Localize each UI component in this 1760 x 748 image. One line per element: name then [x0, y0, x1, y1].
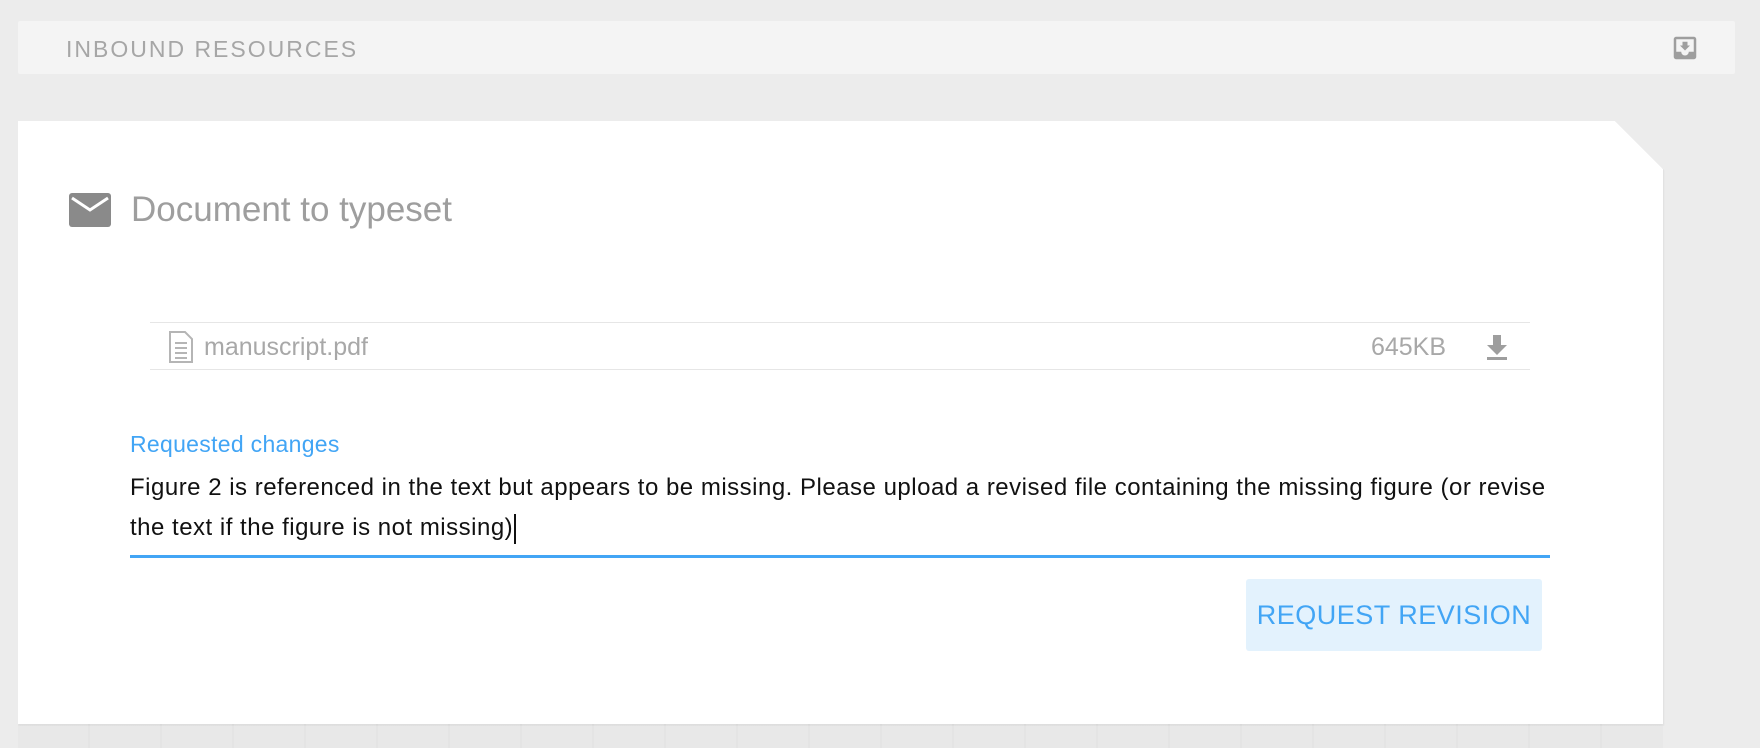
request-revision-button[interactable]: REQUEST REVISION — [1246, 579, 1542, 651]
requested-changes-text: Figure 2 is referenced in the text but a… — [130, 474, 1546, 541]
file-row: manuscript.pdf 645KB — [150, 322, 1530, 370]
card-header: Document to typeset — [69, 190, 452, 230]
mail-icon — [69, 193, 111, 227]
inbound-resources-title: INBOUND RESOURCES — [66, 36, 359, 62]
file-name-link[interactable]: manuscript.pdf — [204, 333, 368, 362]
inbound-resources-bar[interactable]: INBOUND RESOURCES — [18, 21, 1735, 74]
requested-changes-field[interactable]: Requested changes Figure 2 is referenced… — [130, 431, 1550, 558]
card-title: Document to typeset — [131, 190, 452, 229]
next-card-edge — [18, 724, 1663, 748]
document-card: Document to typeset manuscript.pdf 645KB — [18, 121, 1663, 724]
page: INBOUND RESOURCES Document to typeset ma… — [0, 0, 1760, 748]
requested-changes-label: Requested changes — [130, 431, 340, 457]
document-icon — [168, 331, 194, 363]
requested-changes-textarea[interactable]: Figure 2 is referenced in the text but a… — [130, 468, 1550, 558]
download-icon[interactable] — [1484, 333, 1510, 361]
file-size: 645KB — [1370, 333, 1446, 361]
download-tray-icon[interactable] — [1670, 33, 1700, 63]
text-caret — [514, 513, 517, 544]
